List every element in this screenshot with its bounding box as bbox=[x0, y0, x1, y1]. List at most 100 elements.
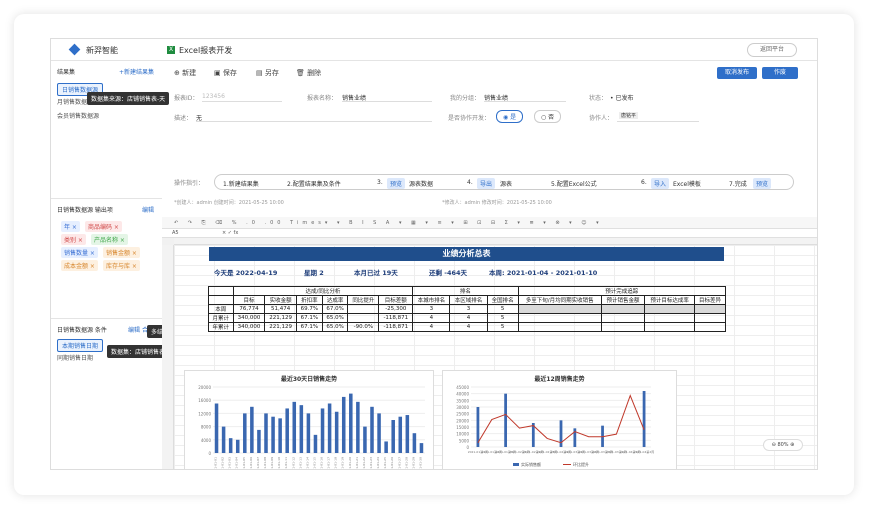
output-tag[interactable]: 产品名称 × bbox=[91, 234, 128, 245]
step-4-export-button[interactable]: 导出 bbox=[477, 178, 496, 189]
bar bbox=[384, 441, 388, 453]
table-row: 年累计 340,000 221,129 67.1% 65.0% -90.0% -118,87… bbox=[208, 322, 726, 332]
x-tick-label: 2021-01-27 bbox=[397, 457, 401, 470]
table-cell: 4 bbox=[449, 322, 488, 332]
table-cell: 221,129 bbox=[264, 313, 298, 323]
table-cell: 67.0% bbox=[321, 304, 349, 314]
logo-icon bbox=[68, 43, 81, 56]
row-headers bbox=[162, 245, 174, 469]
row-label: 月累计 bbox=[208, 313, 234, 323]
x-tick-label: 2021-01-25 bbox=[383, 457, 387, 470]
table-cell: 65.0% bbox=[321, 313, 349, 323]
id-field[interactable]: 123456 bbox=[202, 91, 282, 102]
dataset-item[interactable]: 会员销售数据源 bbox=[57, 111, 99, 120]
sheet-grid[interactable]: 业绩分析总表 今天是 2022-04-19 星期 2 本月已过 19天 还剩 -… bbox=[174, 245, 817, 470]
daily-chart-svg: 0400080001200016000200002021-01-01 2021-0… bbox=[198, 385, 425, 470]
cancel-publish-button[interactable]: 取消发布 bbox=[717, 67, 757, 79]
condition-item[interactable]: 同期销售日期 bbox=[57, 353, 93, 362]
bar bbox=[419, 443, 424, 453]
spreadsheet[interactable]: ↶ ↷ ⎘ ⌫ % .0 .00 Times▾ ▾ B I S A ▾ ▦ ▾ … bbox=[162, 217, 817, 470]
output-tag[interactable]: 成本金额 × bbox=[61, 260, 98, 271]
formula-bar[interactable]: A5 × ✓ fx bbox=[162, 229, 817, 238]
bar bbox=[412, 433, 417, 453]
x-tick-label: 2021-01-02 bbox=[221, 457, 225, 470]
remain-info: 还剩 -464天 bbox=[429, 269, 468, 277]
name-field[interactable]: 销售业绩 bbox=[342, 91, 432, 102]
dataset-tooltip: 数据集来源：店铺销售表-天 bbox=[87, 92, 170, 105]
chart-title: 最近30天日销售走势 bbox=[280, 376, 338, 383]
new-button[interactable]: ⊕ 新建 bbox=[174, 68, 196, 78]
id-label: 报表ID： bbox=[174, 95, 199, 102]
x-tick-label: 2021-01-19 bbox=[341, 457, 345, 470]
table-group-header: 达成/同比分析 bbox=[232, 286, 414, 296]
bar bbox=[334, 411, 339, 453]
output-title: 日销售数据源 输出项 bbox=[57, 207, 113, 214]
output-tag[interactable]: 商品编码 × bbox=[85, 221, 122, 232]
table-col-header: 目标 bbox=[232, 295, 266, 305]
bar bbox=[327, 403, 332, 453]
back-platform-button[interactable]: 返回平台 bbox=[747, 43, 797, 57]
bar bbox=[642, 391, 646, 447]
bar bbox=[243, 413, 247, 453]
step-5[interactable]: 5.配置Excel公式 bbox=[551, 179, 597, 188]
output-tag[interactable]: 库存与库 × bbox=[103, 260, 140, 271]
x-tick-label: 2021-04第2周 bbox=[634, 449, 654, 454]
app-window: 新羿智能 X Excel报表开发 返回平台 结果集 +新建结果集 日销售数据源 … bbox=[50, 38, 818, 470]
desc-field[interactable]: 无 bbox=[196, 111, 432, 122]
void-button[interactable]: 作废 bbox=[762, 67, 798, 79]
step-1[interactable]: 1.新建结果集 bbox=[223, 179, 259, 188]
collab-no-radio[interactable]: ○ 否 bbox=[534, 110, 562, 123]
x-tick-label: 2021-01-23 bbox=[369, 457, 373, 470]
output-tag[interactable]: 类别 × bbox=[61, 234, 86, 245]
save-as-button[interactable]: ▤ 另存 bbox=[256, 68, 279, 78]
delete-button[interactable]: 🗑 删除 bbox=[296, 68, 321, 78]
step-6-import-button[interactable]: 导入 bbox=[651, 178, 670, 189]
condition-edit-link[interactable]: 编辑 bbox=[128, 325, 140, 334]
x-tick-label: 2021-01-01 bbox=[214, 457, 218, 470]
y-tick-label: 25000 bbox=[456, 412, 469, 417]
sheet-ribbon[interactable]: ↶ ↷ ⎘ ⌫ % .0 .00 Times▾ ▾ B I S A ▾ ▦ ▾ … bbox=[162, 217, 817, 229]
x-tick-label: 2021-01-13 bbox=[298, 457, 302, 470]
x-tick-label: 2021-01-21 bbox=[355, 457, 359, 470]
step-6-label: Excel模板 bbox=[673, 181, 701, 188]
kpi-table: 达成/同比分析 排名 预计完成追踪 目标 实收金额 折扣率 达成率 同比提升 目标差额 本城市排… bbox=[208, 286, 727, 332]
collab-yes-radio[interactable]: ◉ 是 bbox=[496, 110, 524, 123]
bar bbox=[221, 426, 226, 453]
bar bbox=[398, 416, 403, 453]
output-tag[interactable]: 年 × bbox=[61, 221, 80, 232]
table-col-header: 折扣率 bbox=[296, 295, 323, 305]
legend-swatch bbox=[513, 463, 519, 466]
table-cell bbox=[347, 313, 380, 323]
step-2[interactable]: 2.配置结果集及条件 bbox=[287, 179, 341, 188]
table-col-header: 本区域排名 bbox=[449, 295, 488, 305]
x-tick-label: 2021-01-09 bbox=[270, 457, 274, 470]
left-panel: 结果集 +新建结果集 日销售数据源 月销售数据源 会员销售数据源 数据集来源：店… bbox=[51, 61, 216, 469]
table-cell: 5 bbox=[486, 304, 519, 314]
step-3-preview-button[interactable]: 预览 bbox=[387, 178, 406, 189]
table-cell: 340,000 bbox=[232, 313, 266, 323]
output-tag[interactable]: 销售数量 × bbox=[61, 247, 98, 258]
table-col-header: 预计目标达成率 bbox=[644, 295, 696, 305]
collaborator-label: 协作人： bbox=[589, 115, 614, 122]
table-cell: 3 bbox=[449, 304, 488, 314]
new-dataset-link[interactable]: +新建结果集 bbox=[119, 67, 154, 76]
collaborator-select[interactable]: 唐铭平 bbox=[617, 111, 699, 122]
output-tag[interactable]: 销售金额 × bbox=[103, 247, 140, 258]
bar bbox=[235, 439, 240, 453]
x-tick-label: 2021-01-07 bbox=[256, 457, 260, 470]
save-button[interactable]: ▣ 保存 bbox=[214, 68, 237, 78]
bar bbox=[341, 396, 346, 453]
group-select[interactable]: 销售业绩 bbox=[484, 91, 566, 102]
output-edit-link[interactable]: 编辑 bbox=[142, 205, 154, 214]
y-tick-label: 45000 bbox=[456, 385, 469, 390]
condition-item[interactable]: 本期销售日期 bbox=[57, 339, 104, 352]
bar bbox=[285, 408, 289, 453]
zoom-control[interactable]: ⊖ 80% ⊕ bbox=[763, 439, 803, 451]
app-header: 新羿智能 X Excel报表开发 返回平台 bbox=[51, 39, 817, 61]
y-tick-label: 10000 bbox=[456, 432, 469, 437]
today-info: 今天是 2022-04-19 bbox=[214, 269, 278, 277]
y-tick-label: 20000 bbox=[198, 385, 211, 390]
x-tick-label: 2021-01-08 bbox=[263, 457, 267, 470]
table-cell bbox=[347, 304, 380, 314]
step-7-preview-button[interactable]: 预览 bbox=[753, 178, 772, 189]
